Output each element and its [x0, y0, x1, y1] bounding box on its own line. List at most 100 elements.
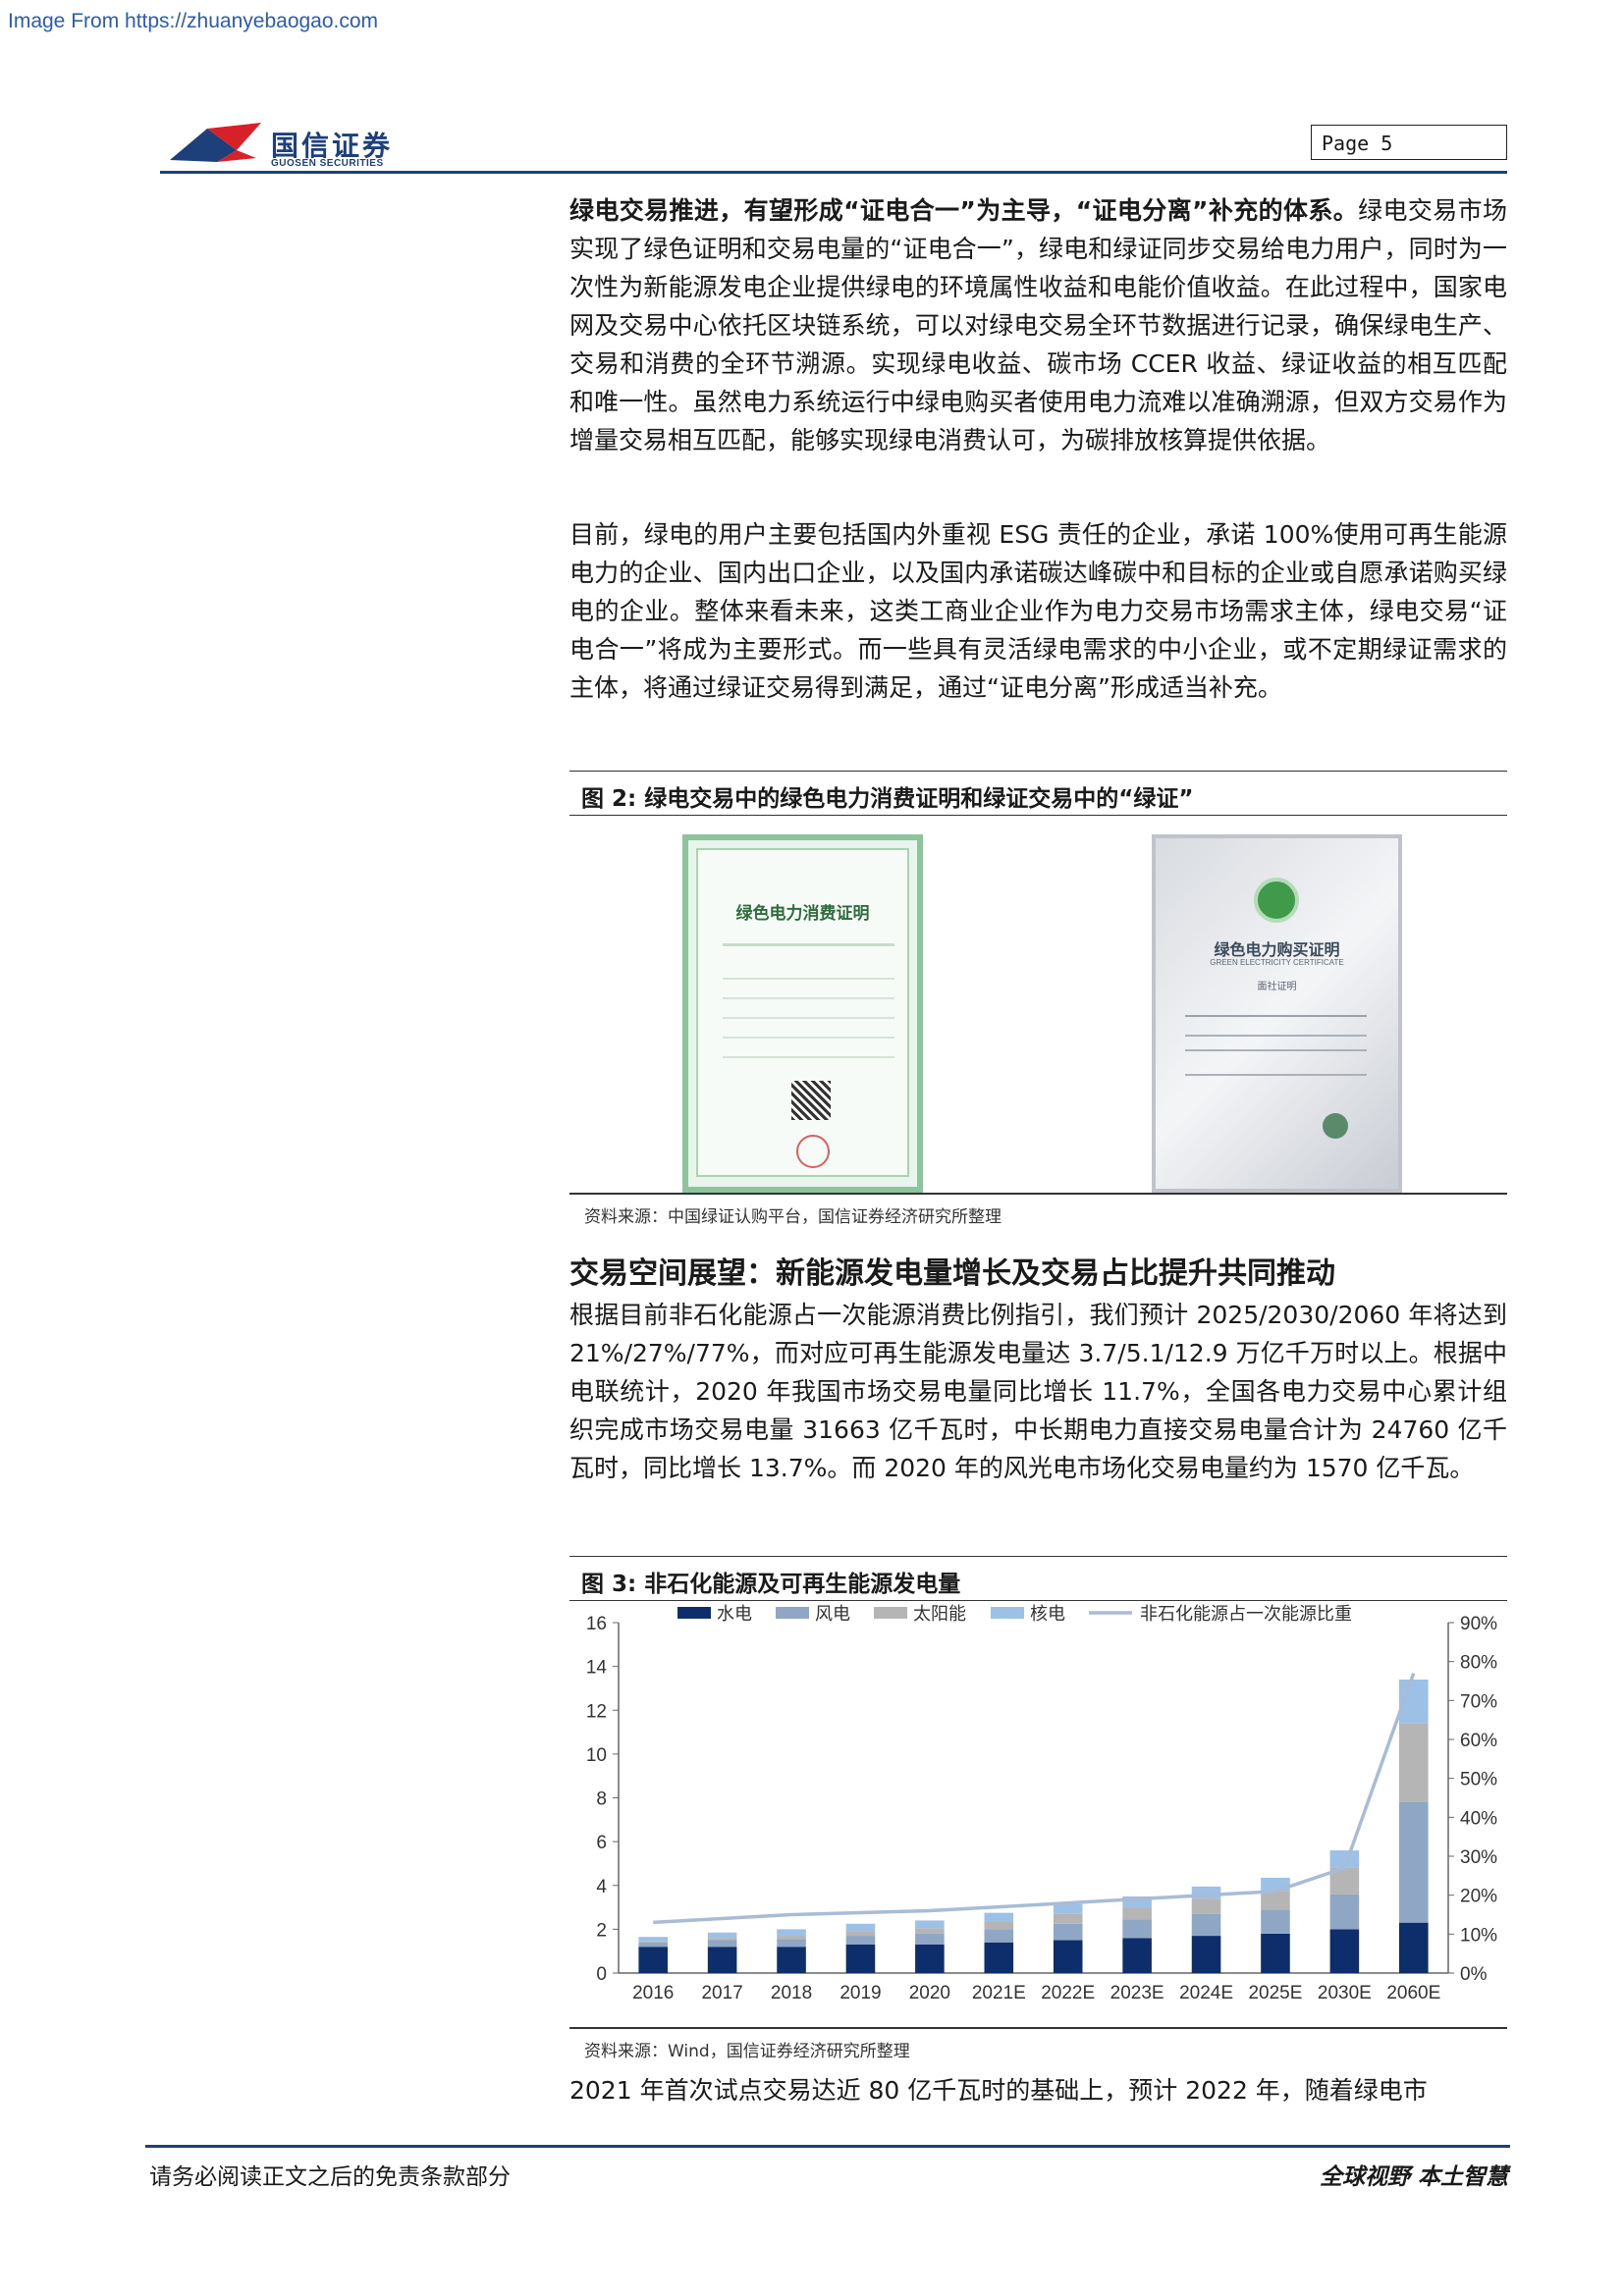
footer-slogan: 全球视野 本土智慧	[1319, 2164, 1508, 2190]
green-consumption-certificate-image: 绿色电力消费证明	[682, 834, 923, 1193]
bar-segment	[1261, 1909, 1290, 1934]
figure-3-source: 资料来源：Wind，国信证券经济研究所整理	[584, 2042, 910, 2061]
page-header: 国信证券 GUOSEN SECURITIES Page 5	[160, 115, 1507, 174]
x-tick-label: 2060E	[1386, 1983, 1440, 2003]
y-tick-label: 2	[596, 1920, 607, 1941]
paragraph-lead: 绿电交易推进，有望形成“证电合一”为主导，“证电分离”补充的体系。	[569, 196, 1359, 225]
paragraph-body: 绿电交易市场实现了绿色证明和交易电量的“证电合一”，绿电和绿证同步交易给电力用户…	[569, 196, 1507, 454]
bar-segment	[984, 1929, 1014, 1943]
bar-segment	[707, 1932, 737, 1939]
bar-segment	[1329, 1894, 1360, 1930]
bar-segment	[777, 1947, 806, 1973]
bar-segment	[845, 1944, 876, 1973]
y2-tick-label: 30%	[1460, 1847, 1497, 1868]
bar-segment	[707, 1938, 737, 1941]
x-tick-label: 2020	[909, 1983, 950, 2003]
bar-segment	[984, 1942, 1014, 1973]
bar-segment	[915, 1933, 945, 1945]
cert1-title: 绿色电力消费证明	[735, 904, 870, 924]
bar-segment	[638, 1947, 668, 1973]
watermark-link[interactable]: Image From https://zhuanyebaogao.com	[8, 10, 378, 33]
x-tick-label: 2030E	[1318, 1983, 1372, 2003]
y2-tick-label: 10%	[1460, 1925, 1497, 1946]
renewable-generation-chart: 0 2 4 6 8 10 12 14 16 0% 10% 20% 30% 40% 50% 60% 70% 80% 9…	[586, 1604, 1497, 2003]
bar-segment	[638, 1937, 668, 1942]
legend-label: 核电	[1030, 1604, 1065, 1624]
x-tick-label: 2018	[771, 1983, 812, 2003]
section-heading: 交易空间展望：新能源发电量增长及交易占比提升共同推动	[569, 1256, 1335, 1291]
bar-segment	[845, 1936, 876, 1945]
bar-segment	[1053, 1903, 1083, 1914]
y-tick-label: 0	[596, 1964, 607, 1985]
legend-label: 太阳能	[913, 1604, 966, 1624]
bar-segment	[1329, 1929, 1360, 1973]
legend-swatch	[677, 1607, 711, 1619]
figure-2-source: 资料来源：中国绿证认购平台，国信证券经济研究所整理	[584, 1207, 1001, 1227]
bar-segment	[915, 1944, 945, 1973]
legend-swatch	[776, 1607, 809, 1619]
x-tick-label: 2022E	[1041, 1983, 1095, 2003]
share-line	[653, 1672, 1416, 1925]
y2-tick-label: 20%	[1460, 1887, 1497, 1907]
page-number: Page 5	[1311, 125, 1507, 160]
bar-segment	[1122, 1907, 1152, 1920]
bar-segment	[1191, 1898, 1221, 1914]
bar-segment	[638, 1942, 668, 1948]
issuer-logo-icon	[1323, 1113, 1348, 1139]
bar-segment	[1261, 1933, 1290, 1973]
x-tick-label: 2023E	[1110, 1983, 1164, 2003]
bar-segment	[915, 1920, 945, 1929]
seal-stamp-icon	[796, 1135, 830, 1168]
x-tick-label: 2024E	[1179, 1983, 1233, 2003]
bar-segment	[1053, 1913, 1083, 1924]
y-tick-label: 14	[586, 1658, 608, 1679]
bar-segment	[1053, 1923, 1083, 1941]
footer-divider	[145, 2145, 1510, 2148]
x-tick-label: 2021E	[972, 1983, 1026, 2003]
green-purchase-certificate-image: 绿色电力购买证明 GREEN ELECTRICITY CERTIFICATE 面…	[1152, 834, 1402, 1193]
legend-label: 水电	[717, 1604, 752, 1624]
x-tick-label: 2017	[701, 1983, 742, 2003]
y-tick-label: 12	[586, 1701, 607, 1722]
bar-segment	[777, 1929, 806, 1937]
bar-segment	[777, 1939, 806, 1948]
bar-segment	[984, 1912, 1014, 1922]
guosen-logo-icon	[170, 123, 261, 162]
legend-swatch	[991, 1607, 1024, 1619]
bar-segment	[1053, 1940, 1083, 1973]
legend-label: 非石化能源占一次能源比重	[1140, 1604, 1352, 1624]
cert2-subtitle: GREEN ELECTRICITY CERTIFICATE	[1210, 958, 1344, 967]
y-tick-label: 16	[586, 1614, 607, 1634]
paragraph-users: 目前，绿电的用户主要包括国内外重视 ESG 责任的企业，承诺 100%使用可再生…	[569, 520, 1507, 702]
bar-segment	[1122, 1919, 1152, 1939]
bar-segment	[1191, 1936, 1221, 1973]
legend-label: 风电	[815, 1604, 850, 1624]
logo-text-en: GUOSEN SECURITIES	[271, 158, 384, 169]
y-tick-label: 8	[596, 1789, 607, 1810]
figure-2-bottom-rule	[569, 1193, 1507, 1195]
header-divider	[160, 171, 1507, 174]
bar-segment	[1399, 1922, 1429, 1973]
bar-segment	[638, 1941, 668, 1943]
x-tick-label: 2016	[632, 1983, 674, 2003]
cert2-subtitle-cn: 面社证明	[1257, 982, 1297, 992]
y-tick-label: 10	[586, 1745, 607, 1766]
footer-disclaimer: 请务必阅读正文之后的免责条款部分	[149, 2164, 511, 2190]
y2-tick-label: 60%	[1460, 1731, 1497, 1751]
bar-segment	[1399, 1723, 1429, 1802]
cert2-title: 绿色电力购买证明	[1214, 940, 1340, 959]
y2-tick-label: 70%	[1460, 1691, 1497, 1712]
y2-tick-label: 80%	[1460, 1653, 1497, 1674]
y2-tick-label: 0%	[1460, 1964, 1488, 1985]
figure-2-title: 图 2: 绿电交易中的绿色电力消费证明和绿证交易中的“绿证”	[569, 771, 1507, 816]
bar-segment	[1191, 1913, 1221, 1937]
y-tick-label: 4	[596, 1877, 607, 1897]
y2-tick-label: 40%	[1460, 1808, 1497, 1829]
y2-tick-label: 90%	[1460, 1614, 1497, 1634]
y2-tick-label: 50%	[1460, 1770, 1497, 1790]
bar-segment	[707, 1947, 737, 1973]
paragraph-outlook: 根据目前非石化能源占一次能源消费比例指引，我们预计 2025/2030/2060…	[569, 1301, 1507, 1482]
legend-swatch	[874, 1607, 907, 1619]
bar-segment	[845, 1931, 876, 1937]
bar-segment	[915, 1928, 945, 1934]
